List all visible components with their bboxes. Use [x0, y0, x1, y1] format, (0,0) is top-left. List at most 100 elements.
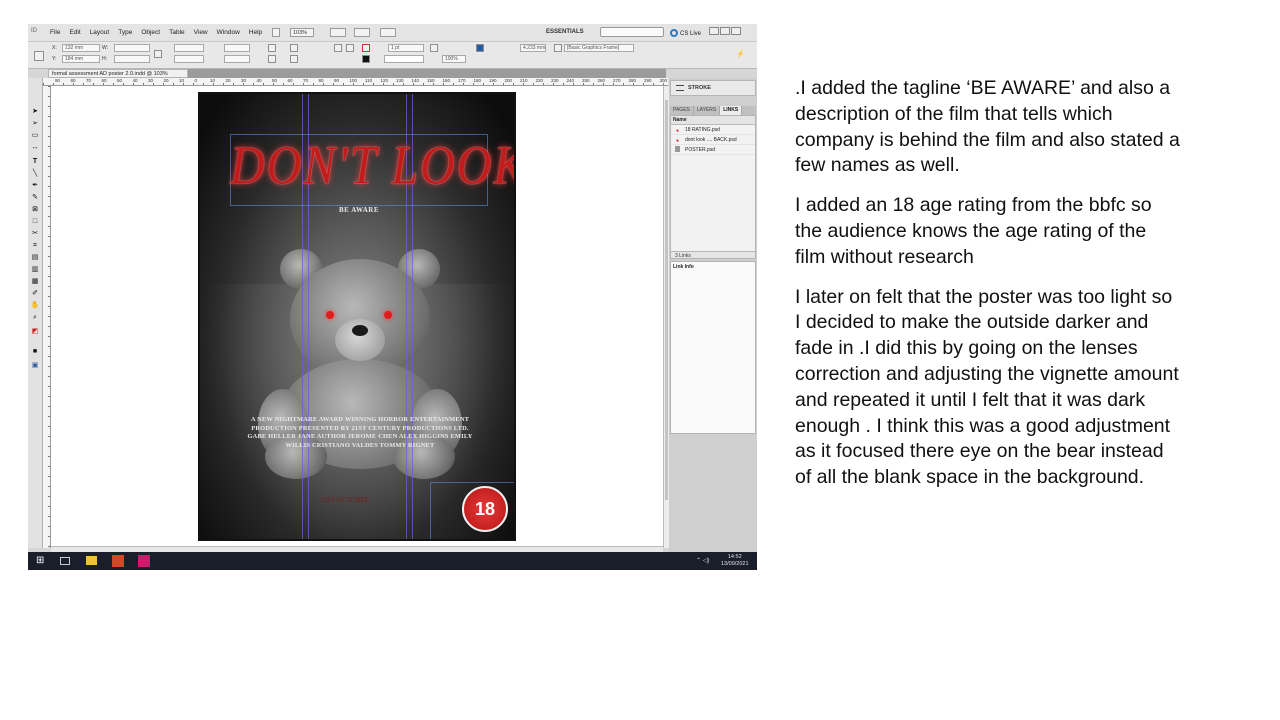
flip-icon[interactable] [268, 55, 276, 63]
hand-tool-icon[interactable]: ✋ [30, 302, 40, 310]
poster-title[interactable]: DON'T LOOK [230, 134, 514, 197]
type-tool-icon[interactable]: T [30, 158, 40, 166]
indesign-screenshot: ID File Edit Layout Type Object Table Vi… [28, 24, 757, 570]
object-style-icon[interactable] [554, 44, 562, 52]
free-transform-tool-icon[interactable]: ⌗ [30, 242, 40, 250]
opacity-input[interactable]: 100% [442, 55, 466, 63]
menu-layout[interactable]: Layout [90, 29, 110, 36]
powerpoint-icon[interactable] [112, 555, 124, 567]
poster-release-date[interactable]: 21ST OCTOBER [320, 496, 369, 504]
ruler-mark: 50 [117, 78, 123, 83]
links-column-header[interactable]: Name [671, 116, 755, 125]
selection-tool-icon[interactable]: ➤ [30, 108, 40, 116]
fit-content-icon[interactable] [430, 44, 438, 52]
tab-layers[interactable]: LAYERS [694, 106, 721, 115]
wrap-icon[interactable] [476, 44, 484, 52]
link-item[interactable]: POSTER.psd [671, 145, 755, 155]
taskbar-clock[interactable]: 14:52 13/09/2021 [721, 554, 749, 568]
help-search-input[interactable] [600, 27, 664, 37]
scale-x-input[interactable] [174, 44, 204, 52]
line-tool-icon[interactable]: ╲ [30, 170, 40, 178]
menu-help[interactable]: Help [249, 29, 262, 36]
windows-start-icon[interactable]: ⊞ [36, 555, 48, 567]
select-content-icon[interactable] [290, 55, 298, 63]
select-container-icon[interactable] [290, 44, 298, 52]
constrain-proportions-icon[interactable] [154, 50, 162, 58]
menu-object[interactable]: Object [141, 29, 160, 36]
lightning-icon[interactable]: ⚡ [736, 50, 745, 58]
fill-stroke-icon[interactable]: ◩ [30, 328, 40, 336]
offset-input[interactable]: 4.233 mm [520, 44, 546, 52]
pen-tool-icon[interactable]: ✒ [30, 182, 40, 190]
reference-point-icon[interactable] [34, 51, 44, 61]
menu-edit[interactable]: Edit [69, 29, 80, 36]
link-item[interactable]: ● 18 RATING.psd [671, 125, 755, 135]
eyedropper-tool-icon[interactable]: ✐ [30, 290, 40, 298]
menu-window[interactable]: Window [217, 29, 240, 36]
rotation-input[interactable] [224, 44, 250, 52]
zoom-tool-icon[interactable]: ⌕ [30, 314, 40, 322]
menu-table[interactable]: Table [169, 29, 185, 36]
task-view-icon[interactable] [60, 557, 70, 565]
view-options-icon[interactable] [330, 28, 346, 37]
h-label: H: [102, 56, 107, 62]
fill-swatch-icon[interactable] [362, 44, 370, 52]
preview-mode-icon[interactable]: ■ [30, 348, 40, 356]
zoom-level-select[interactable]: 103% [290, 28, 314, 37]
indesign-icon[interactable] [138, 555, 150, 567]
ruler-mark: 60 [101, 78, 107, 83]
stroke-swatch-icon[interactable] [362, 55, 370, 63]
tab-pages[interactable]: PAGES [670, 106, 694, 115]
menu-type[interactable]: Type [118, 29, 132, 36]
workspace-switcher[interactable]: ESSENTIALS [546, 29, 584, 35]
rectangle-frame-tool-icon[interactable]: ⊠ [30, 206, 40, 214]
system-tray-icons[interactable]: ⌃ ◁) [696, 557, 709, 564]
poster-credits[interactable]: A NEW NIGHTMARE AWARD WINNING HORROR ENT… [246, 416, 474, 450]
age-rating-badge[interactable]: 18 [462, 486, 508, 532]
stroke-type-select[interactable] [384, 55, 424, 63]
direct-selection-tool-icon[interactable]: ➢ [30, 120, 40, 128]
gradient-feather-tool-icon[interactable]: ▥ [30, 266, 40, 274]
clock-time: 14:52 [727, 554, 742, 560]
poster-page[interactable]: DON'T LOOK BE AWARE A NEW NIGHTMARE AWAR… [198, 92, 516, 541]
note-tool-icon[interactable]: ▦ [30, 278, 40, 286]
scale-y-input[interactable] [174, 55, 204, 63]
rotate-icon[interactable] [268, 44, 276, 52]
poster-tagline[interactable]: BE AWARE [200, 206, 514, 214]
y-position-input[interactable]: 184 mm [62, 55, 100, 63]
cs-live-button[interactable]: CS Live [670, 29, 701, 37]
x-position-input[interactable]: 132 mm [62, 44, 100, 52]
distribute-icon[interactable] [346, 44, 354, 52]
menu-file[interactable]: File [50, 29, 60, 36]
link-item[interactable]: ● dont look .... BACK.psd [671, 135, 755, 145]
pencil-tool-icon[interactable]: ✎ [30, 194, 40, 202]
gap-tool-icon[interactable]: ↔ [30, 144, 40, 152]
page-tool-icon[interactable]: ▭ [30, 132, 40, 140]
menu-view[interactable]: View [194, 29, 208, 36]
shear-input[interactable] [224, 55, 250, 63]
rectangle-tool-icon[interactable]: □ [30, 218, 40, 226]
ruler-mark: 40 [256, 78, 262, 83]
scissors-tool-icon[interactable]: ✂ [30, 230, 40, 238]
tab-links[interactable]: LINKS [720, 106, 743, 115]
object-style-select[interactable]: [Basic Graphics Frame] [564, 44, 634, 52]
height-input[interactable] [114, 55, 150, 63]
close-button[interactable] [731, 27, 741, 35]
screen-mode-icon[interactable] [354, 28, 370, 37]
document-tab[interactable]: formal assessment AD poster 2.0.indd @ 1… [48, 69, 188, 78]
stroke-weight-select[interactable]: 1 pt [388, 44, 424, 52]
stroke-panel-button[interactable]: STROKE [670, 80, 756, 96]
screen-mode-tool-icon[interactable]: ▣ [30, 362, 40, 370]
width-input[interactable] [114, 44, 150, 52]
align-icon[interactable] [334, 44, 342, 52]
bridge-icon[interactable] [272, 28, 280, 37]
gradient-swatch-tool-icon[interactable]: ▤ [30, 254, 40, 262]
bear-right-eye [384, 311, 392, 319]
scroll-thumb[interactable] [665, 100, 668, 500]
minimize-button[interactable] [709, 27, 719, 35]
file-explorer-icon[interactable] [86, 556, 97, 565]
control-panel: X: 132 mm Y: 184 mm W: H: 1 pt 100% 4.23… [28, 42, 757, 69]
link-info-label: Link Info [673, 264, 694, 270]
arrange-documents-icon[interactable] [380, 28, 396, 37]
maximize-button[interactable] [720, 27, 730, 35]
